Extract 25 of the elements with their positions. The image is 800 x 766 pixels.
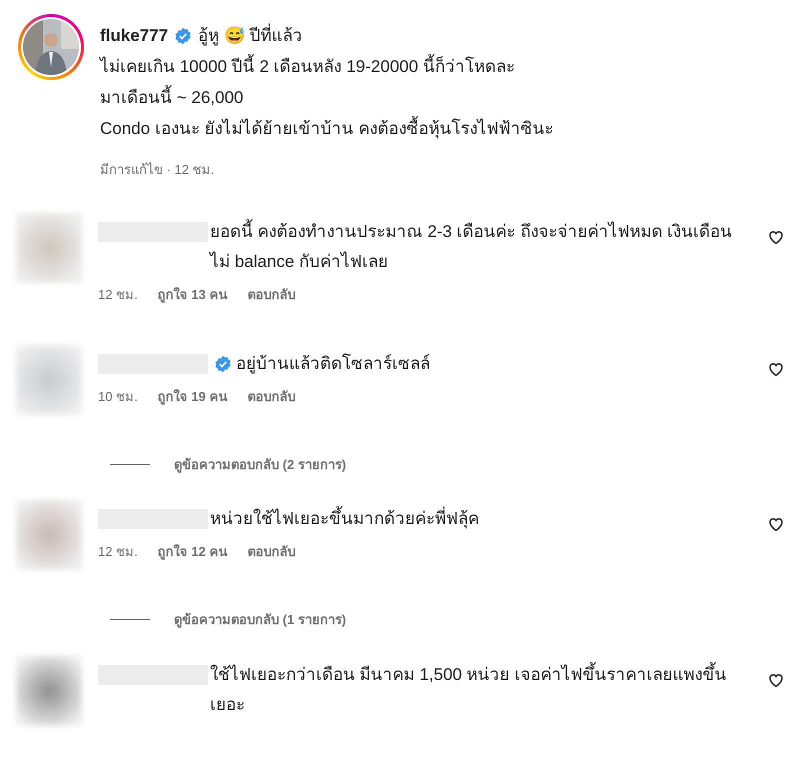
comment-time: 12 ชม.	[98, 543, 138, 561]
caption-text: ไม่เคยเกิน 10000 ปีนี้ 2 เดือนหลัง 19-20000 นี้ก็ว่าโหดละ	[100, 51, 554, 82]
comment-text: ยอดนี้ คงต้องทำงานประมาณ 2-3 เดือนค่ะ ถึงจะจ่ายค่าไฟหมด เงินเดือนไม่ balance กับค่าไฟเลย	[210, 217, 736, 277]
comment-text: หน่วยใช้ไฟเยอะขึ้นมากด้วยค่ะพี่ฟลุ้ค	[210, 504, 736, 534]
post-meta: มีการแก้ไข · 12 ชม.	[100, 161, 216, 179]
avatar	[16, 500, 82, 570]
reply-button[interactable]: ตอบกลับ	[247, 285, 296, 304]
username[interactable]: fluke777	[100, 20, 168, 51]
comment-text: อยู่บ้านแล้วติดโซลาร์เซลล์	[236, 352, 431, 376]
caption-text: มาเดือนนี้ ~ 26,000	[100, 82, 554, 113]
view-replies-link[interactable]: ดูข้อความตอบกลับ (2 รายการ)	[174, 454, 346, 474]
comment-time: 10 ชม.	[98, 388, 138, 406]
comment-time: 12 ชม.	[98, 286, 138, 304]
view-replies-link[interactable]: ดูข้อความตอบกลับ (1 รายการ)	[174, 610, 346, 630]
reply-button[interactable]: ตอบกลับ	[247, 386, 296, 406]
avatar	[16, 656, 82, 726]
avatar	[16, 213, 82, 283]
comment-text: ใช้ไฟเยอะกว่าเดือน มีนาคม 1,500 หน่วย เจอค่าไฟขึ้นราคาเลยแพงขึ้นเยอะ	[210, 660, 736, 720]
like-count[interactable]: ถูกใจ 12 คน	[158, 542, 228, 562]
caption-text: Condo เองนะ ยังไม่ได้ย้ายเข้าบ้าน คงต้องซื้อหุ้นโรงไฟฟ้าซินะ	[100, 113, 554, 144]
like-count[interactable]: ถูกใจ 13 คน	[158, 285, 228, 304]
like-count[interactable]: ถูกใจ 19 คน	[158, 386, 228, 406]
avatar	[16, 344, 82, 414]
reply-button[interactable]: ตอบกลับ	[247, 542, 296, 562]
caption-text: อู้หู 😅 ปีที่แล้ว	[198, 20, 302, 51]
